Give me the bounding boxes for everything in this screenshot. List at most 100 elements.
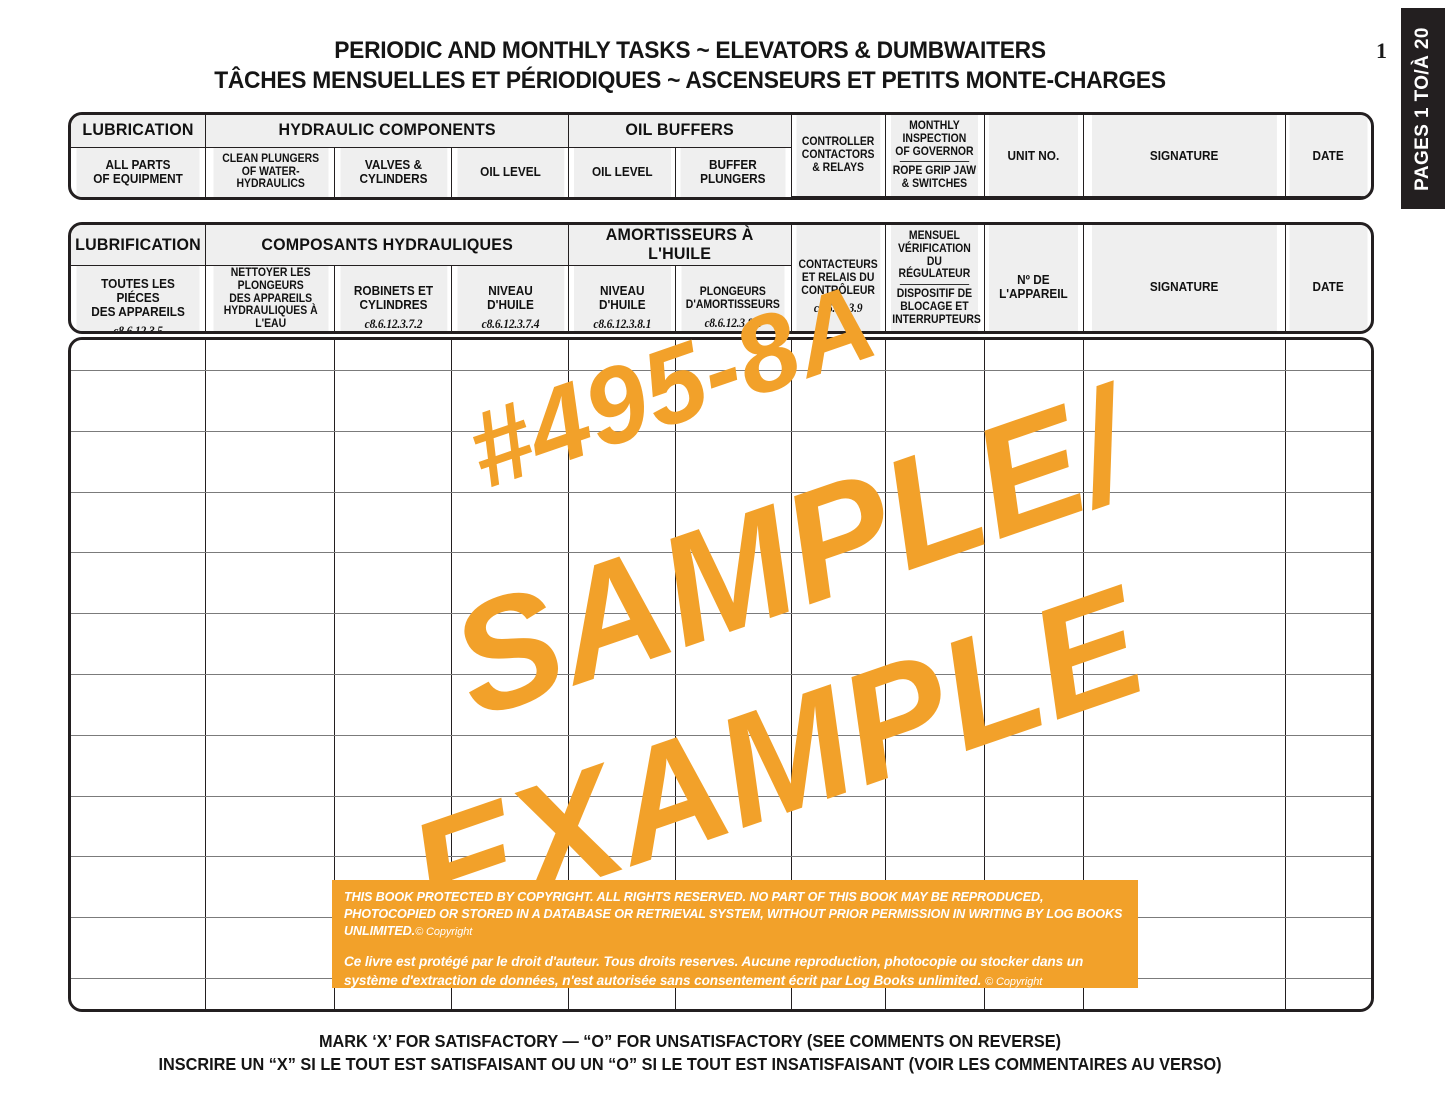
entry-cell[interactable]: [71, 917, 207, 980]
entry-cell[interactable]: [568, 552, 676, 615]
entry-cell[interactable]: [205, 674, 336, 736]
entry-cell[interactable]: [71, 978, 207, 1009]
entry-cell[interactable]: [205, 917, 336, 980]
entry-cell[interactable]: [451, 552, 570, 615]
entry-cell[interactable]: [568, 735, 676, 797]
entry-cell[interactable]: [334, 674, 453, 736]
entry-cell[interactable]: [675, 552, 792, 615]
entry-cell[interactable]: [71, 674, 207, 736]
entry-cell[interactable]: [451, 492, 570, 554]
entry-cell[interactable]: [791, 370, 886, 432]
entry-cell[interactable]: [675, 492, 792, 554]
entry-cell[interactable]: [71, 492, 207, 554]
entry-cell[interactable]: [205, 431, 336, 493]
entry-cell[interactable]: [791, 796, 886, 858]
entry-cell[interactable]: [984, 552, 1084, 615]
entry-cell[interactable]: [205, 796, 336, 858]
entry-cell[interactable]: [568, 796, 676, 858]
entry-cell[interactable]: [205, 613, 336, 675]
entry-cell[interactable]: [984, 431, 1084, 493]
entry-cell[interactable]: [1083, 370, 1286, 432]
entry-cell[interactable]: [885, 613, 985, 675]
entry-cell[interactable]: [675, 431, 792, 493]
entry-cell[interactable]: [791, 431, 886, 493]
entry-cell[interactable]: [791, 674, 886, 736]
entry-cell[interactable]: [885, 552, 985, 615]
entry-cell[interactable]: [205, 856, 336, 919]
entry-cell[interactable]: [791, 735, 886, 797]
entry-cell[interactable]: [885, 674, 985, 736]
entry-cell[interactable]: [451, 340, 570, 371]
entry-cell[interactable]: [984, 796, 1084, 858]
entry-cell[interactable]: [205, 735, 336, 797]
entry-cell[interactable]: [675, 735, 792, 797]
entry-cell[interactable]: [568, 613, 676, 675]
entry-cell[interactable]: [568, 431, 676, 493]
entry-cell[interactable]: [675, 370, 792, 432]
entry-cell[interactable]: [1285, 735, 1371, 797]
entry-cell[interactable]: [71, 431, 207, 493]
entry-cell[interactable]: [885, 735, 985, 797]
entry-cell[interactable]: [71, 856, 207, 919]
entry-cell[interactable]: [984, 735, 1084, 797]
entry-cell[interactable]: [675, 796, 792, 858]
entry-cell[interactable]: [568, 492, 676, 554]
entry-cell[interactable]: [334, 552, 453, 615]
entry-cell[interactable]: [71, 796, 207, 858]
entry-cell[interactable]: [984, 613, 1084, 675]
entry-cell[interactable]: [568, 674, 676, 736]
entry-cell[interactable]: [1285, 856, 1371, 919]
entry-cell[interactable]: [1285, 370, 1371, 432]
entry-cell[interactable]: [334, 735, 453, 797]
entry-cell[interactable]: [334, 370, 453, 432]
entry-cell[interactable]: [71, 552, 207, 615]
entry-cell[interactable]: [205, 978, 336, 1009]
entry-cell[interactable]: [1285, 613, 1371, 675]
entry-cell[interactable]: [71, 340, 207, 371]
entry-cell[interactable]: [1285, 492, 1371, 554]
entry-cell[interactable]: [205, 552, 336, 615]
entry-cell[interactable]: [568, 340, 676, 371]
entry-cell[interactable]: [885, 340, 985, 371]
entry-cell[interactable]: [451, 370, 570, 432]
entry-cell[interactable]: [71, 370, 207, 432]
entry-cell[interactable]: [1285, 978, 1371, 1009]
entry-cell[interactable]: [451, 674, 570, 736]
entry-cell[interactable]: [334, 796, 453, 858]
entry-cell[interactable]: [451, 735, 570, 797]
entry-cell[interactable]: [334, 431, 453, 493]
entry-cell[interactable]: [205, 492, 336, 554]
entry-cell[interactable]: [451, 431, 570, 493]
entry-cell[interactable]: [205, 340, 336, 371]
entry-cell[interactable]: [1285, 674, 1371, 736]
entry-cell[interactable]: [885, 796, 985, 858]
entry-cell[interactable]: [984, 492, 1084, 554]
entry-cell[interactable]: [885, 370, 985, 432]
entry-cell[interactable]: [451, 613, 570, 675]
entry-cell[interactable]: [984, 340, 1084, 371]
entry-cell[interactable]: [451, 796, 570, 858]
entry-cell[interactable]: [1083, 796, 1286, 858]
entry-cell[interactable]: [791, 340, 886, 371]
entry-cell[interactable]: [1285, 796, 1371, 858]
entry-cell[interactable]: [1285, 340, 1371, 371]
entry-cell[interactable]: [1083, 613, 1286, 675]
entry-cell[interactable]: [334, 492, 453, 554]
entry-cell[interactable]: [791, 492, 886, 554]
entry-cell[interactable]: [791, 613, 886, 675]
entry-cell[interactable]: [1083, 552, 1286, 615]
entry-cell[interactable]: [984, 674, 1084, 736]
entry-cell[interactable]: [71, 735, 207, 797]
entry-cell[interactable]: [1285, 917, 1371, 980]
entry-cell[interactable]: [675, 674, 792, 736]
entry-cell[interactable]: [675, 613, 792, 675]
entry-cell[interactable]: [1083, 431, 1286, 493]
entry-cell[interactable]: [334, 613, 453, 675]
entry-cell[interactable]: [334, 340, 453, 371]
entry-cell[interactable]: [984, 370, 1084, 432]
entry-cell[interactable]: [71, 613, 207, 675]
entry-cell[interactable]: [791, 552, 886, 615]
entry-cell[interactable]: [885, 492, 985, 554]
entry-cell[interactable]: [1083, 674, 1286, 736]
entry-cell[interactable]: [1083, 735, 1286, 797]
